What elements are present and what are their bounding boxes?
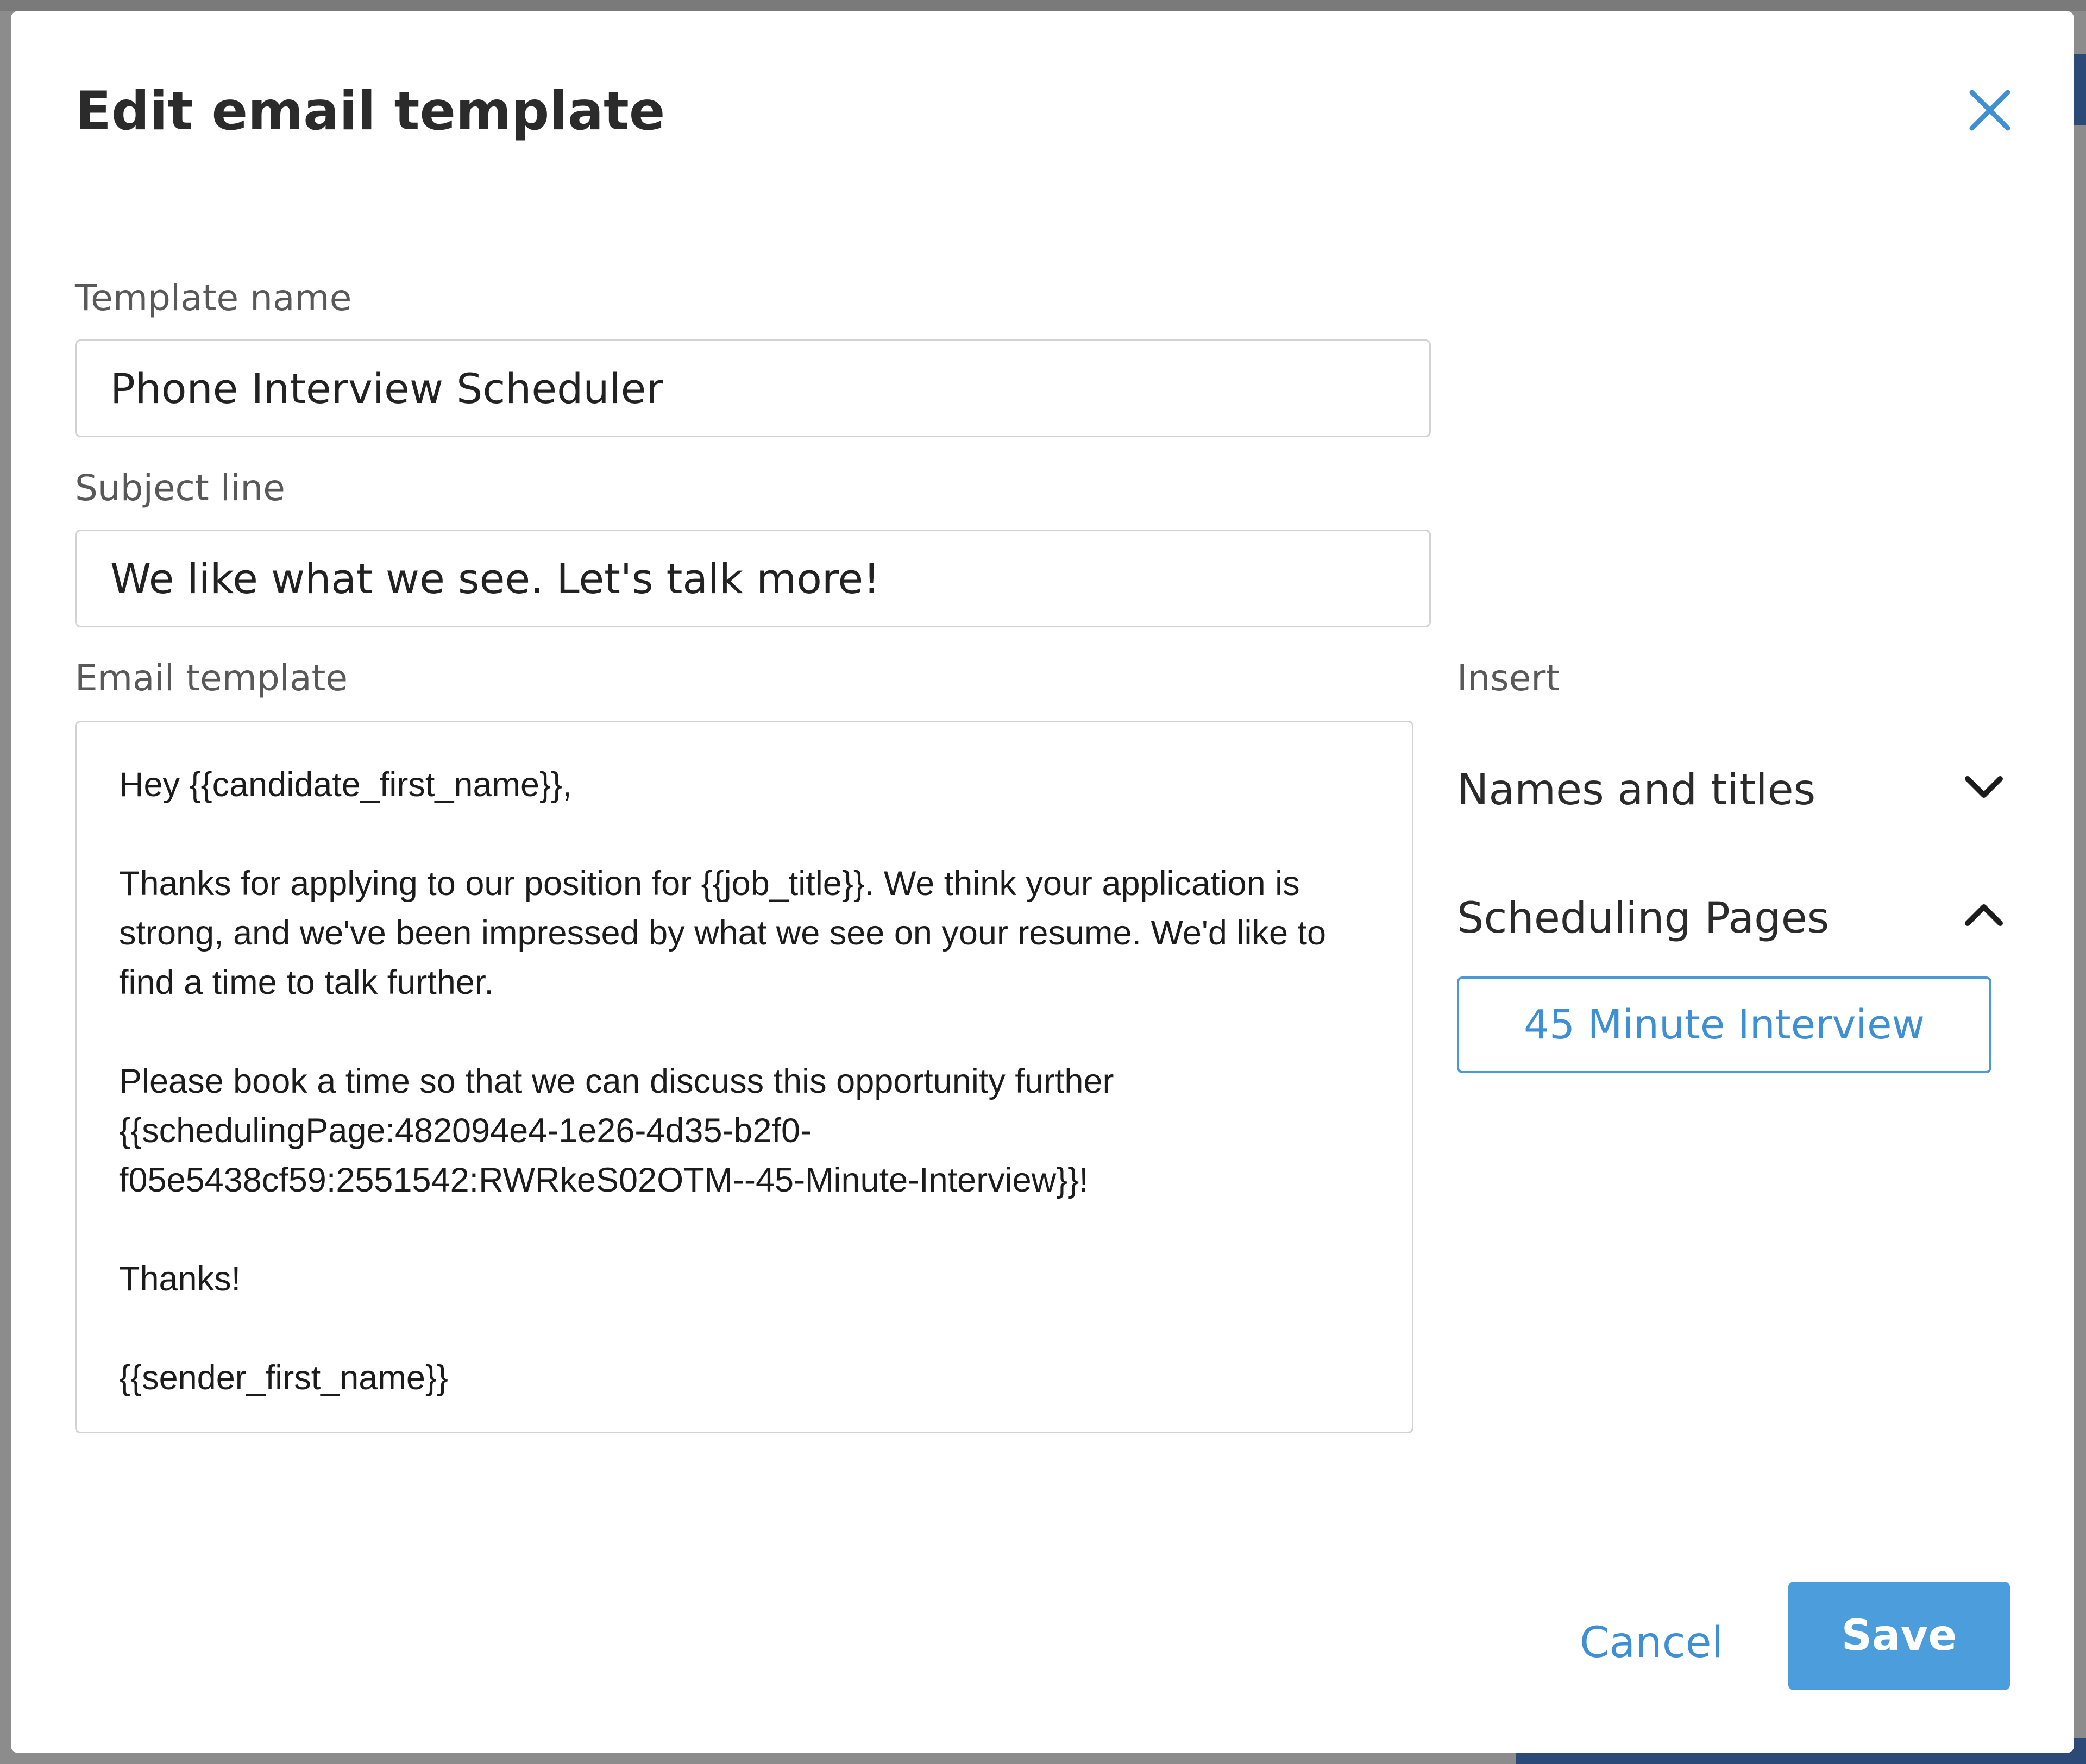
edit-email-template-modal: Edit email template Template name Subjec…: [11, 11, 2074, 1753]
email-paragraph: Thanks!: [119, 1260, 241, 1298]
email-paragraph: Hey {{candidate_first_name}},: [119, 766, 572, 804]
close-icon: [1969, 90, 2010, 131]
insert-label: Insert: [1457, 657, 1560, 699]
subject-line-label: Subject line: [75, 467, 285, 509]
email-paragraph: {{sender_first_name}}: [119, 1359, 448, 1397]
email-template-label: Email template: [75, 657, 348, 699]
accordion-label: Scheduling Pages: [1457, 894, 1830, 943]
chevron-down-icon: [1965, 776, 2003, 798]
accordion-label: Names and titles: [1457, 766, 1816, 815]
close-button[interactable]: [1960, 80, 2020, 140]
chevron-up-icon: [1965, 904, 2003, 926]
modal-title: Edit email template: [75, 80, 665, 142]
template-name-label: Template name: [75, 277, 352, 319]
email-paragraph: Please book a time so that we can discus…: [119, 1062, 1114, 1199]
cancel-button[interactable]: Cancel: [1580, 1618, 1723, 1667]
subject-line-input[interactable]: [75, 530, 1431, 627]
insert-45-minute-interview-button[interactable]: 45 Minute Interview: [1457, 976, 1991, 1073]
email-paragraph: Thanks for applying to our position for …: [119, 865, 1327, 1001]
email-template-editor[interactable]: Hey {{candidate_first_name}}, Thanks for…: [75, 721, 1413, 1433]
accordion-scheduling-pages[interactable]: Scheduling Pages: [1457, 884, 2006, 949]
accordion-names-and-titles[interactable]: Names and titles: [1457, 756, 2006, 821]
backdrop: [0, 0, 2086, 11]
save-button[interactable]: Save: [1788, 1582, 2010, 1690]
template-name-input[interactable]: [75, 339, 1431, 437]
